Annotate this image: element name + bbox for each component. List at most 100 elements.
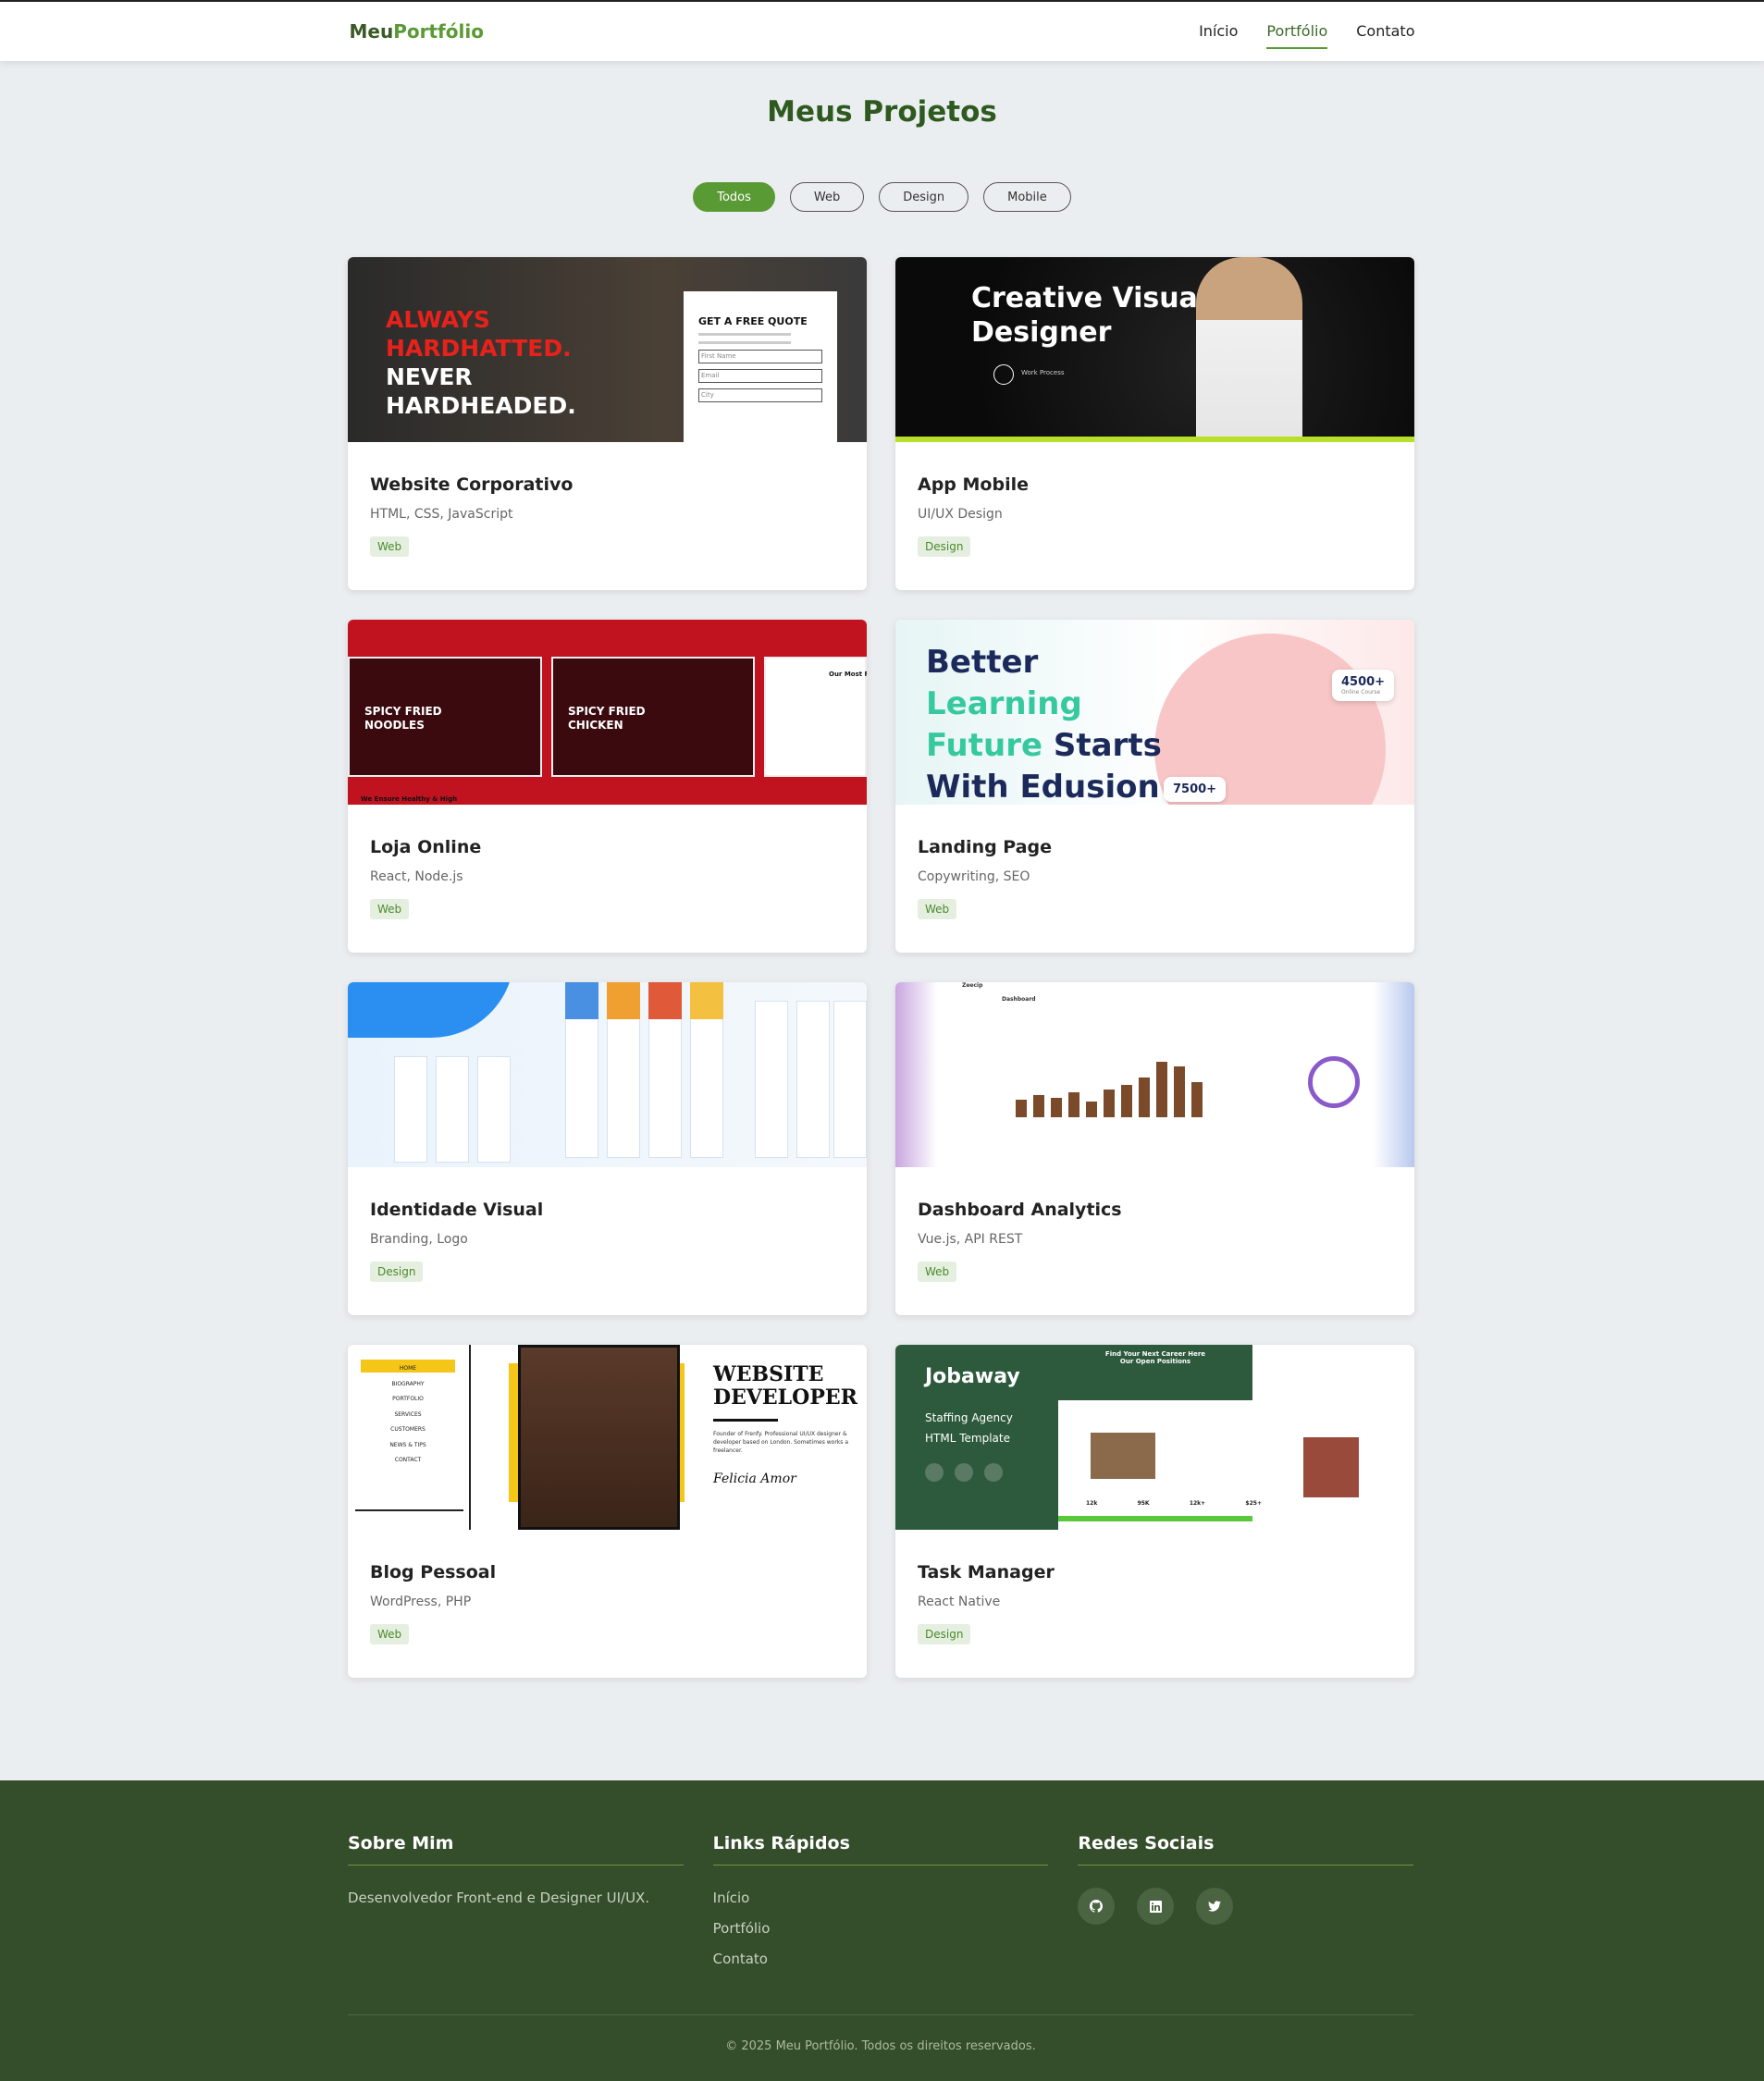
divider	[713, 1419, 778, 1422]
github-icon[interactable]	[1078, 1888, 1116, 1925]
footer-link-contato[interactable]: Contato	[713, 1951, 1049, 1967]
nav-link-contato[interactable]: Contato	[1356, 15, 1414, 49]
thumb-image	[1091, 1433, 1155, 1479]
footer-heading: Links Rápidos	[712, 1833, 1049, 1866]
filter-design-button[interactable]: Design	[879, 182, 969, 212]
thumb-chart-bar	[1121, 1085, 1132, 1117]
css3-icon	[955, 1463, 973, 1482]
project-card-blog-pessoal[interactable]: HOME BIOGRAPHY PORTFOLIO SERVICES CUSTOM…	[348, 1345, 867, 1678]
thumb-headline: Creative Visual Designer	[971, 282, 1208, 349]
thumb-screen-image	[607, 982, 640, 1019]
thumb-chart-bar	[1086, 1102, 1097, 1117]
thumb-form-line	[698, 341, 791, 344]
site-header: MeuPortfólio Início Portfólio Contato	[0, 0, 1764, 61]
thumb-donut-chart	[1308, 1056, 1360, 1108]
divider	[469, 1345, 471, 1530]
thumb-screen	[796, 1001, 830, 1158]
nav-link-inicio[interactable]: Início	[1199, 15, 1238, 49]
project-card-app-mobile[interactable]: Creative Visual Designer Work Process Ap…	[895, 257, 1414, 590]
thumb-chart-bar	[1068, 1092, 1079, 1117]
thumb-screen	[755, 1001, 788, 1158]
footer-link-inicio[interactable]: Início	[713, 1890, 1049, 1906]
thumb-text: Founder of Frenfy. Professional UI/UX de…	[713, 1431, 848, 1454]
thumb-stat: 12k	[1086, 1500, 1098, 1507]
thumb-text: With Edusion	[926, 769, 1160, 805]
footer-about: Sobre Mim Desenvolvedor Front-end e Desi…	[348, 1833, 684, 1981]
project-thumbnail: SPICY FRIED NOODLES SPICY FRIED CHICKEN …	[348, 620, 867, 805]
thumb-subtitle: Staffing Agency HTML Template	[925, 1408, 1013, 1448]
linkedin-icon[interactable]	[1137, 1888, 1175, 1925]
footer-link-portfolio[interactable]: Portfólio	[713, 1920, 1049, 1937]
project-title: Website Corporativo	[370, 474, 574, 495]
footer-heading: Redes Sociais	[1078, 1833, 1414, 1866]
thumb-screen	[690, 1001, 723, 1158]
html5-icon	[925, 1463, 944, 1482]
project-tech: Copywriting, SEO	[918, 869, 1030, 884]
page-title: Meus Projetos	[767, 95, 997, 129]
site-logo[interactable]: MeuPortfólio	[350, 20, 484, 43]
project-tech: HTML, CSS, JavaScript	[370, 507, 513, 522]
filter-web-button[interactable]: Web	[789, 182, 865, 212]
thumb-stat: 4500+	[1341, 675, 1386, 689]
thumb-screen-image	[565, 982, 598, 1019]
project-tech: UI/UX Design	[918, 507, 1003, 522]
thumb-text: SPICY FRIED NOODLES	[364, 705, 442, 732]
thumb-screen	[648, 1001, 682, 1158]
thumb-form-line	[698, 333, 791, 336]
thumb-chart-bar	[1191, 1082, 1203, 1117]
project-card-dashboard-analytics[interactable]: Zeecip Dashboard Dashboard Analytics Vue…	[895, 982, 1414, 1315]
nav-link-portfolio[interactable]: Portfólio	[1266, 15, 1328, 49]
project-thumbnail: HOME BIOGRAPHY PORTFOLIO SERVICES CUSTOM…	[348, 1345, 867, 1530]
bootstrap-icon	[984, 1463, 1003, 1482]
thumb-stats: 12k 95K 12k+ $25+	[1086, 1500, 1262, 1507]
logo-accent: Portfólio	[393, 20, 484, 43]
project-card-loja-online[interactable]: SPICY FRIED NOODLES SPICY FRIED CHICKEN …	[348, 620, 867, 953]
thumb-text: ALWAYS	[386, 306, 490, 333]
thumb-text: DEVELOPER	[713, 1385, 857, 1410]
project-tag-badge: Web	[370, 536, 410, 557]
project-card-identidade-visual[interactable]: Identidade Visual Branding, Logo Design	[348, 982, 867, 1315]
project-card-task-manager[interactable]: Jobaway Staffing Agency HTML Template Fi…	[895, 1345, 1414, 1678]
filter-todos-button[interactable]: Todos	[693, 182, 775, 212]
thumb-text: Work Process	[1021, 369, 1065, 376]
thumb-menu-item: BIOGRAPHY	[391, 1380, 425, 1387]
logo-main: Meu	[349, 20, 394, 43]
thumb-accent-bar	[1058, 1516, 1252, 1521]
thumb-text: Learning	[926, 685, 1082, 722]
thumb-menu-item: PORTFOLIO	[392, 1396, 424, 1402]
filter-mobile-button[interactable]: Mobile	[983, 182, 1071, 212]
thumb-text: WEBSITE	[713, 1362, 824, 1386]
site-footer: Sobre Mim Desenvolvedor Front-end e Desi…	[0, 1780, 1764, 2081]
thumb-text: HARDHATTED.	[386, 335, 572, 362]
thumb-menu-item: NEWS & TIPS	[389, 1441, 426, 1448]
project-tag-badge: Design	[918, 1624, 971, 1644]
thumb-headline: Better Learning Future Starts With Edusi…	[926, 642, 1162, 805]
thumb-menu-item: SERVICES	[394, 1410, 422, 1418]
project-tag-badge: Web	[918, 899, 957, 919]
project-tech: React, Node.js	[370, 869, 463, 884]
thumb-text: Zeecip	[962, 982, 983, 989]
play-icon	[993, 364, 1014, 385]
copyright-text: © 2025 Meu Portfólio. Todos os direitos …	[348, 2014, 1413, 2053]
thumb-chart-bar	[1156, 1062, 1167, 1117]
twitter-icon[interactable]	[1196, 1888, 1234, 1925]
thumb-stat-chip: 4500+ Online Course	[1332, 670, 1395, 701]
thumb-text: Dashboard	[1002, 996, 1036, 1003]
thumb-text: Our Most Po	[829, 671, 867, 678]
divider	[355, 1509, 463, 1511]
project-card-website-corporativo[interactable]: ALWAYS HARDHATTED. NEVER HARDHEADED. GET…	[348, 257, 867, 590]
thumb-chart-bar	[1016, 1100, 1027, 1117]
project-tag-badge: Design	[370, 1262, 424, 1282]
project-title: Blog Pessoal	[370, 1562, 497, 1582]
thumb-person-image	[518, 1345, 680, 1530]
main-nav: Início Portfólio Contato	[1199, 15, 1415, 49]
thumb-stat: $25+	[1245, 1500, 1262, 1507]
thumb-text: We Ensure Healthy & High	[361, 795, 458, 803]
thumb-headline: Jobaway	[925, 1365, 1020, 1388]
thumb-stat-chip: 7500+	[1164, 777, 1227, 802]
thumb-signature: Felicia Amor	[713, 1471, 796, 1486]
projects-grid: ALWAYS HARDHATTED. NEVER HARDHEADED. GET…	[348, 257, 1414, 1678]
thumb-tech-icons	[925, 1463, 1003, 1482]
project-card-landing-page[interactable]: Better Learning Future Starts With Edusi…	[895, 620, 1414, 953]
thumb-chart-bar	[1033, 1095, 1044, 1117]
